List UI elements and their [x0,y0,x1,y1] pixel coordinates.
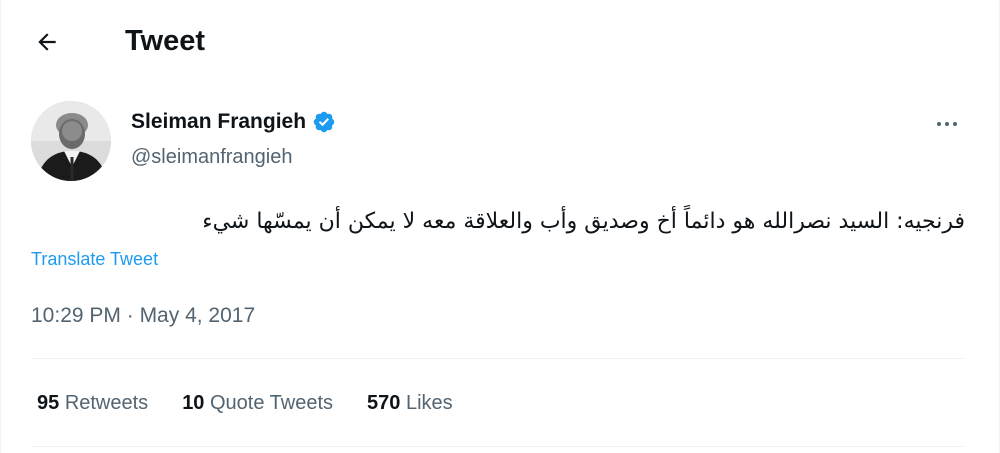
tweet-date[interactable]: May 4, 2017 [140,304,256,327]
likes-count: 570 [367,392,401,414]
tweet-stats: 95 Retweets 10 Quote Tweets 570 Likes [37,389,487,417]
dot [945,122,949,126]
tweet-text: فرنجيه: السيد نصرالله هو دائماً أخ وصديق… [202,209,965,234]
likes-label: Likes [405,392,453,414]
page-header: Tweet [1,0,1000,80]
more-options-button[interactable] [927,112,967,136]
quote-tweets-label: Quote Tweets [210,392,334,414]
page-title: Tweet [125,25,206,57]
quote-tweets-count: 10 [182,392,205,414]
retweets-count: 95 [37,392,60,414]
tweet-timestamp: 10:29 PM · May 4, 2017 [31,302,255,330]
retweets-label: Retweets [64,392,149,414]
divider [31,358,965,359]
dot [953,122,957,126]
timestamp-separator: · [120,304,140,327]
profile-photo [31,101,111,181]
verified-badge-icon [312,110,336,134]
avatar[interactable] [31,101,111,181]
back-button[interactable] [27,22,67,62]
author-display-name[interactable]: Sleiman Frangieh [131,108,306,136]
dot [937,122,941,126]
translate-tweet-link[interactable]: Translate Tweet [31,247,158,271]
likes-stat[interactable]: 570 Likes [367,389,453,417]
author-handle[interactable]: @sleimanfrangieh [131,144,293,170]
quote-tweets-stat[interactable]: 10 Quote Tweets [182,389,333,417]
author-name-row: Sleiman Frangieh [131,108,336,136]
arrow-left-icon [38,33,56,51]
tweet-page: Tweet Sleiman Frangieh @sleimanfrangieh [0,0,1000,453]
tweet-time[interactable]: 10:29 PM [31,304,121,327]
retweets-stat[interactable]: 95 Retweets [37,389,148,417]
divider [31,446,965,447]
